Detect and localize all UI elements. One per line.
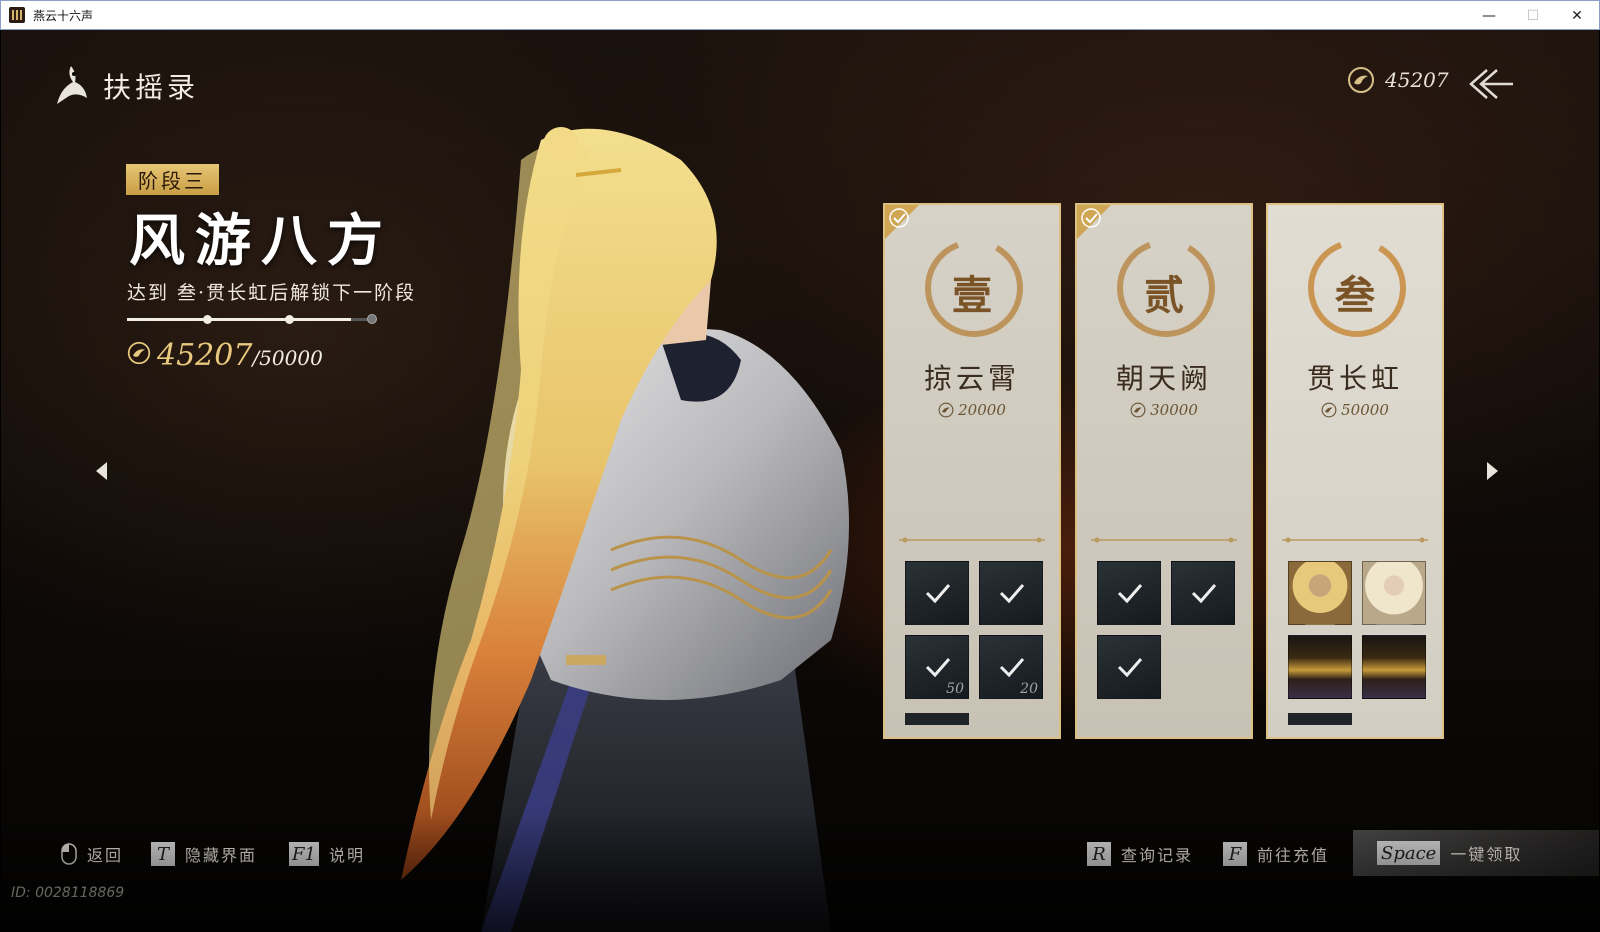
reward-item-partial[interactable] xyxy=(1288,713,1352,725)
check-icon xyxy=(1117,584,1143,604)
hint-help[interactable]: F1 说明 xyxy=(289,842,365,866)
minimize-button[interactable]: — xyxy=(1467,1,1511,31)
stage-card-3[interactable]: 叁 贯长虹 50000 xyxy=(1266,203,1444,739)
cost-coin-icon xyxy=(1321,402,1337,418)
reward-portrait-item[interactable] xyxy=(1362,561,1426,625)
reward-item[interactable] xyxy=(1171,561,1235,625)
card-reward-grid xyxy=(1288,561,1428,699)
hint-recharge[interactable]: F 前往充值 xyxy=(1223,842,1329,866)
header: 扶摇录 xyxy=(53,64,199,108)
card-cost: 50000 xyxy=(1268,401,1442,419)
currency-coin-icon xyxy=(1348,67,1374,93)
check-icon xyxy=(925,584,951,604)
reward-item[interactable] xyxy=(1097,635,1161,699)
mouse-icon xyxy=(61,843,77,865)
hint-back-label: 返回 xyxy=(87,846,124,865)
hint-hide-ui[interactable]: T 隐藏界面 xyxy=(151,842,257,866)
player-id: ID: 0028118869 xyxy=(11,885,125,901)
progress-current: 45207 xyxy=(157,338,253,373)
reward-item[interactable] xyxy=(979,561,1043,625)
card-cost-value: 20000 xyxy=(958,401,1006,419)
back-arrow-icon[interactable] xyxy=(1467,66,1515,102)
prev-stage-arrow-icon[interactable] xyxy=(93,460,109,482)
keycap-f1: F1 xyxy=(289,842,319,866)
reward-quantity: 20 xyxy=(1020,681,1038,697)
progress-text: 45207 /50000 xyxy=(127,338,323,373)
check-icon xyxy=(1117,658,1143,678)
card-reward-grid xyxy=(1097,561,1237,699)
reward-portrait-item[interactable] xyxy=(1288,561,1352,625)
crane-logo-icon xyxy=(57,66,87,104)
keycap-f: F xyxy=(1223,842,1247,866)
stage-name: 风游八方 xyxy=(129,208,393,274)
keycap-space: Space xyxy=(1377,841,1441,865)
card-name: 贯长虹 xyxy=(1306,362,1403,395)
reward-scene-item[interactable] xyxy=(1288,635,1352,699)
app-icon xyxy=(9,7,25,23)
card-divider xyxy=(1091,537,1237,543)
reward-scene-item[interactable] xyxy=(1362,635,1426,699)
currency-display: 45207 xyxy=(1347,66,1449,94)
progress-milestone-1 xyxy=(203,315,212,324)
stage-card-1[interactable]: 壹 掠云霄 20000 50 20 xyxy=(883,203,1061,739)
card-reward-grid: 50 20 xyxy=(905,561,1045,699)
game-viewport: 扶摇录 45207 阶段三 风游八方 达到 叁·贯长虹后解锁下一阶段 45207… xyxy=(1,30,1599,932)
reward-item[interactable]: 50 xyxy=(905,635,969,699)
window-title: 燕云十六声 xyxy=(33,8,94,23)
reward-item-partial[interactable] xyxy=(905,713,969,725)
stage-description: 达到 叁·贯长虹后解锁下一阶段 xyxy=(127,282,417,304)
hint-recharge-label: 前往充值 xyxy=(1257,846,1330,865)
stage-badge: 阶段三 xyxy=(126,164,219,195)
card-name: 掠云霄 xyxy=(923,362,1020,395)
character-art xyxy=(401,127,849,932)
card-numeral: 叁 xyxy=(1335,272,1375,319)
card-name: 朝天阙 xyxy=(1115,362,1212,395)
card-divider xyxy=(1282,537,1428,543)
card-cost-value: 50000 xyxy=(1341,401,1389,419)
check-icon xyxy=(999,584,1025,604)
maximize-button[interactable]: ☐ xyxy=(1511,1,1555,31)
close-button[interactable]: ✕ xyxy=(1555,1,1599,31)
hint-records-label: 查询记录 xyxy=(1121,846,1194,865)
check-icon xyxy=(999,658,1025,678)
progress-fill xyxy=(127,318,352,321)
cost-coin-icon xyxy=(938,402,954,418)
reward-item[interactable]: 20 xyxy=(979,635,1043,699)
card-numeral: 壹 xyxy=(952,272,992,319)
cost-coin-icon xyxy=(1130,402,1146,418)
progress-max: /50000 xyxy=(252,346,323,370)
card-cost-value: 30000 xyxy=(1150,401,1198,419)
reward-item[interactable] xyxy=(905,561,969,625)
progress-milestone-2 xyxy=(285,315,294,324)
reward-quantity: 50 xyxy=(946,681,964,697)
stage-card-2[interactable]: 贰 朝天阙 30000 xyxy=(1075,203,1253,739)
claim-all-label: 一键领取 xyxy=(1450,845,1523,864)
check-icon xyxy=(1191,584,1217,604)
progress-milestone-3 xyxy=(367,314,377,324)
keycap-t: T xyxy=(151,842,175,866)
progress-coin-icon xyxy=(127,341,151,365)
window-titlebar: 燕云十六声 — ☐ ✕ xyxy=(0,0,1600,30)
stage-progress-bar xyxy=(127,314,377,324)
card-cost: 20000 xyxy=(885,401,1059,419)
card-divider xyxy=(899,537,1045,543)
card-numeral: 贰 xyxy=(1144,272,1184,319)
page-title: 扶摇录 xyxy=(103,71,200,104)
card-cost: 30000 xyxy=(1077,401,1251,419)
hint-records[interactable]: R 查询记录 xyxy=(1087,842,1193,866)
hint-back[interactable]: 返回 xyxy=(61,842,123,866)
hint-hide-label: 隐藏界面 xyxy=(185,846,258,865)
keycap-r: R xyxy=(1087,842,1111,866)
hint-help-label: 说明 xyxy=(328,846,365,865)
claimed-check-icon xyxy=(885,205,919,239)
next-stage-arrow-icon[interactable] xyxy=(1485,460,1501,482)
reward-item[interactable] xyxy=(1097,561,1161,625)
claim-all-button[interactable]: Space 一键领取 xyxy=(1353,830,1599,876)
claimed-check-icon xyxy=(1077,205,1111,239)
check-icon xyxy=(925,658,951,678)
currency-value: 45207 xyxy=(1385,68,1449,92)
